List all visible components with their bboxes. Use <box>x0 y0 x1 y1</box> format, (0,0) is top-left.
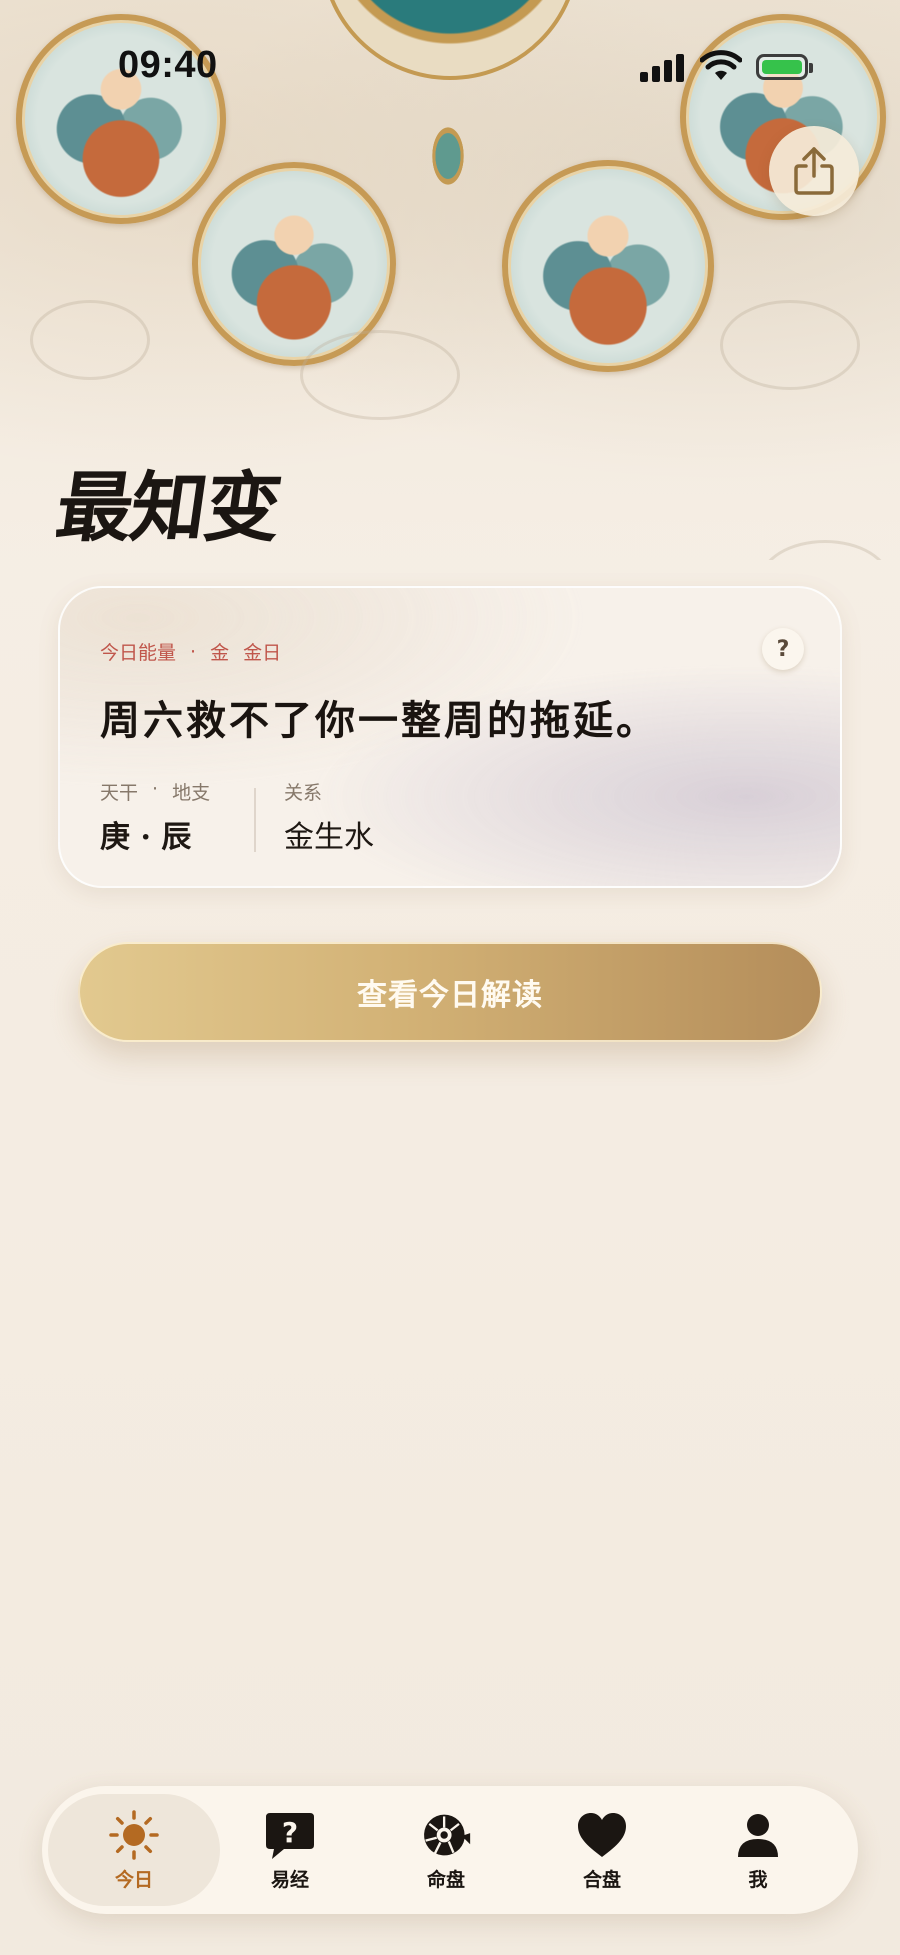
cloud-ornament <box>720 300 860 390</box>
eyebrow-day: 金日 <box>243 642 282 664</box>
cloud-ornament <box>30 300 150 380</box>
cloud-ornament <box>300 330 460 420</box>
medallion-center-right <box>502 160 714 372</box>
cellular-signal-icon <box>640 52 684 82</box>
wifi-icon <box>700 50 742 80</box>
nautilus-icon <box>420 1809 472 1861</box>
stem-branch-label: 天干 · 地支 <box>100 778 211 804</box>
battery-icon <box>756 54 813 80</box>
brand-title: 最知变 <box>50 463 286 552</box>
eyebrow-label: 今日能量 <box>100 642 177 664</box>
person-icon <box>732 1809 784 1861</box>
svg-text:?: ? <box>282 1816 298 1849</box>
meta-divider <box>254 788 256 852</box>
tab-label: 易经 <box>270 1868 309 1891</box>
help-button[interactable]: ? <box>762 628 804 670</box>
daily-energy-card: 今日能量 · 金 金日 ? 周六救不了你一整周的拖延。 天干 · 地支 庚 · … <box>58 586 842 888</box>
status-time: 09:40 <box>118 44 218 86</box>
eyebrow-element: 金 <box>210 642 230 664</box>
leaf-ornament <box>426 116 470 196</box>
share-icon <box>794 147 834 195</box>
bottom-tab-bar: 今日 ? 易经 命盘 合盘 我 <box>42 1786 858 1914</box>
sun-icon <box>108 1809 160 1861</box>
card-eyebrow: 今日能量 · 金 金日 <box>100 638 281 665</box>
relation-value: 金生水 <box>284 820 374 855</box>
tab-yijing[interactable]: ? 易经 <box>204 1794 376 1906</box>
question-bubble-icon: ? <box>264 1809 316 1861</box>
tab-label: 命盘 <box>426 1868 465 1891</box>
eyebrow-separator: · <box>190 640 197 663</box>
tab-match[interactable]: 合盘 <box>516 1794 688 1906</box>
tab-me[interactable]: 我 <box>672 1794 844 1906</box>
stem-branch-value: 庚 · 辰 <box>100 820 192 855</box>
heart-icon <box>576 1809 628 1861</box>
tab-chart[interactable]: 命盘 <box>360 1794 532 1906</box>
share-button[interactable] <box>769 126 859 216</box>
daily-quote: 周六救不了你一整周的拖延。 <box>100 697 659 744</box>
tab-label: 我 <box>748 1868 768 1891</box>
tab-label: 合盘 <box>582 1868 621 1891</box>
relation-label: 关系 <box>284 782 323 804</box>
tab-today[interactable]: 今日 <box>48 1794 220 1906</box>
status-bar: 09:40 <box>0 36 900 96</box>
view-reading-button[interactable]: 查看今日解读 <box>78 942 822 1042</box>
tab-label: 今日 <box>114 1868 153 1891</box>
